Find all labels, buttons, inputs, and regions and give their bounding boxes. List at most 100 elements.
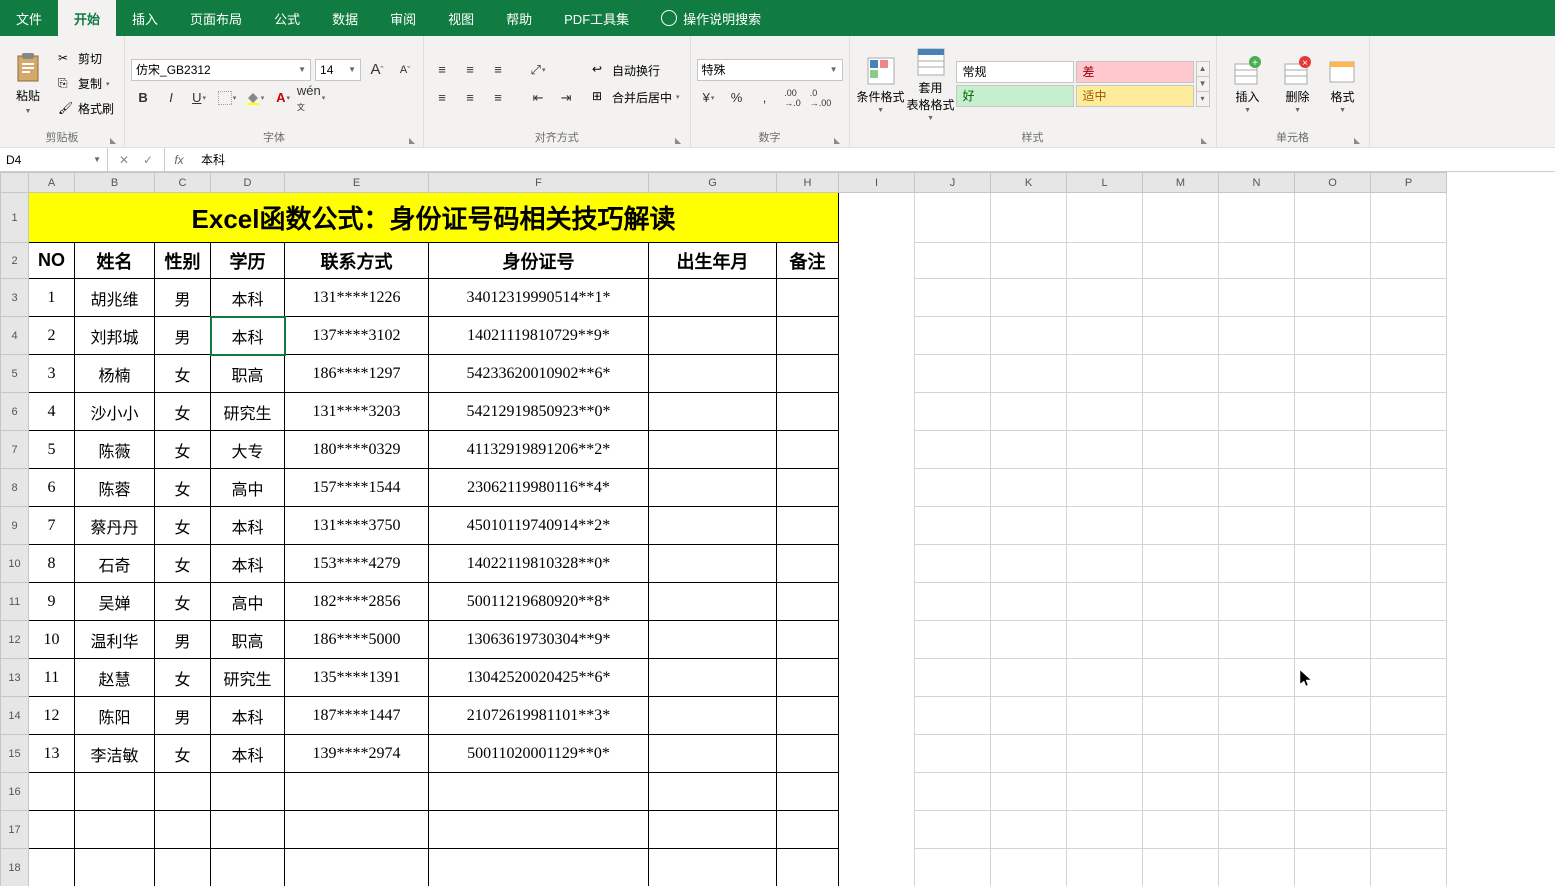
table-cell[interactable]: 女 <box>155 735 211 773</box>
col-header-E[interactable]: E <box>285 173 429 193</box>
fill-color-button[interactable]: ▾ <box>243 87 267 109</box>
cell[interactable] <box>1219 355 1295 393</box>
table-cell[interactable] <box>777 355 839 393</box>
cell[interactable] <box>1219 773 1295 811</box>
table-cell[interactable] <box>429 849 649 886</box>
row-header-7[interactable]: 7 <box>1 431 29 469</box>
cell[interactable] <box>1067 431 1143 469</box>
table-cell[interactable]: 女 <box>155 507 211 545</box>
conditional-format-button[interactable]: 条件格式 ▼ <box>856 54 906 114</box>
font-size-select[interactable]: 14 ▼ <box>315 59 361 81</box>
table-cell[interactable] <box>155 811 211 849</box>
table-cell[interactable]: 本科 <box>211 545 285 583</box>
tab-data[interactable]: 数据 <box>316 0 374 36</box>
cell[interactable] <box>839 849 915 886</box>
table-cell[interactable]: 14022119810328**0* <box>429 545 649 583</box>
cell[interactable] <box>1143 545 1219 583</box>
table-cell[interactable]: 157****1544 <box>285 469 429 507</box>
table-cell[interactable]: 温利华 <box>75 621 155 659</box>
cell[interactable] <box>1295 393 1371 431</box>
table-cell[interactable]: 153****4279 <box>285 545 429 583</box>
wrap-text-button[interactable]: ↩ 自动换行 <box>588 60 684 81</box>
table-cell[interactable]: 6 <box>29 469 75 507</box>
cell[interactable] <box>1371 193 1447 243</box>
table-cell[interactable] <box>75 849 155 886</box>
cell[interactable] <box>1371 393 1447 431</box>
table-cell[interactable]: 高中 <box>211 583 285 621</box>
row-header-10[interactable]: 10 <box>1 545 29 583</box>
table-cell[interactable]: 男 <box>155 317 211 355</box>
table-cell[interactable] <box>211 849 285 886</box>
cell[interactable] <box>1067 279 1143 317</box>
cell[interactable] <box>839 193 915 243</box>
cell[interactable] <box>839 393 915 431</box>
table-cell[interactable]: 54233620010902**6* <box>429 355 649 393</box>
cell[interactable] <box>1143 811 1219 849</box>
table-header[interactable]: 出生年月 <box>649 243 777 279</box>
table-cell[interactable]: 50011020001129**0* <box>429 735 649 773</box>
table-cell[interactable]: 131****3203 <box>285 393 429 431</box>
gallery-scroll[interactable]: ▲ ▼ ▾ <box>1196 61 1210 107</box>
table-cell[interactable]: 女 <box>155 469 211 507</box>
table-cell[interactable] <box>649 507 777 545</box>
increase-font-button[interactable]: Aˆ <box>365 59 389 81</box>
cell[interactable] <box>1067 355 1143 393</box>
cut-button[interactable]: ✂ 剪切 <box>54 48 118 69</box>
cell[interactable] <box>1295 773 1371 811</box>
table-cell[interactable] <box>777 735 839 773</box>
table-cell[interactable] <box>649 545 777 583</box>
table-cell[interactable]: 女 <box>155 431 211 469</box>
accounting-format-button[interactable]: ¥▾ <box>697 87 721 109</box>
font-color-button[interactable]: A▾ <box>271 87 295 109</box>
cell[interactable] <box>1295 811 1371 849</box>
table-cell[interactable]: 186****1297 <box>285 355 429 393</box>
table-cell[interactable]: 陈蓉 <box>75 469 155 507</box>
table-cell[interactable] <box>649 469 777 507</box>
cell[interactable] <box>915 583 991 621</box>
table-cell[interactable]: 10 <box>29 621 75 659</box>
cell[interactable] <box>1295 621 1371 659</box>
cell[interactable] <box>991 811 1067 849</box>
table-cell[interactable] <box>429 811 649 849</box>
col-header-G[interactable]: G <box>649 173 777 193</box>
bold-button[interactable]: B <box>131 87 155 109</box>
cell[interactable] <box>839 469 915 507</box>
row-header-2[interactable]: 2 <box>1 243 29 279</box>
cell[interactable] <box>1067 849 1143 886</box>
cell[interactable] <box>1143 431 1219 469</box>
cell[interactable] <box>991 317 1067 355</box>
table-cell[interactable] <box>211 773 285 811</box>
italic-button[interactable]: I <box>159 87 183 109</box>
table-cell[interactable]: 吴婵 <box>75 583 155 621</box>
format-as-table-button[interactable]: 套用 表格格式 ▼ <box>906 45 956 122</box>
cell[interactable] <box>991 279 1067 317</box>
col-header-C[interactable]: C <box>155 173 211 193</box>
increase-indent-button[interactable]: ⇥ <box>554 87 578 109</box>
col-header-F[interactable]: F <box>429 173 649 193</box>
table-cell[interactable] <box>649 393 777 431</box>
cell[interactable] <box>1143 621 1219 659</box>
table-cell[interactable]: 131****3750 <box>285 507 429 545</box>
cell-styles-gallery[interactable]: 常规 差 好 适中 <box>956 61 1194 107</box>
cell[interactable] <box>1067 317 1143 355</box>
table-cell[interactable]: 13063619730304**9* <box>429 621 649 659</box>
table-cell[interactable] <box>285 849 429 886</box>
row-header-13[interactable]: 13 <box>1 659 29 697</box>
cell[interactable] <box>1067 469 1143 507</box>
cell[interactable] <box>1143 393 1219 431</box>
row-header-15[interactable]: 15 <box>1 735 29 773</box>
cell[interactable] <box>991 355 1067 393</box>
table-cell[interactable]: 本科 <box>211 697 285 735</box>
col-header-M[interactable]: M <box>1143 173 1219 193</box>
decrease-font-button[interactable]: Aˇ <box>393 59 417 81</box>
table-cell[interactable] <box>649 659 777 697</box>
underline-button[interactable]: U▾ <box>187 87 211 109</box>
cell[interactable] <box>1143 507 1219 545</box>
table-cell[interactable] <box>29 773 75 811</box>
cell[interactable] <box>915 811 991 849</box>
table-cell[interactable]: 4 <box>29 393 75 431</box>
insert-cells-button[interactable]: + 插入 ▼ <box>1223 54 1273 114</box>
cell[interactable] <box>1067 507 1143 545</box>
cell[interactable] <box>1067 393 1143 431</box>
borders-button[interactable]: ▾ <box>215 87 239 109</box>
